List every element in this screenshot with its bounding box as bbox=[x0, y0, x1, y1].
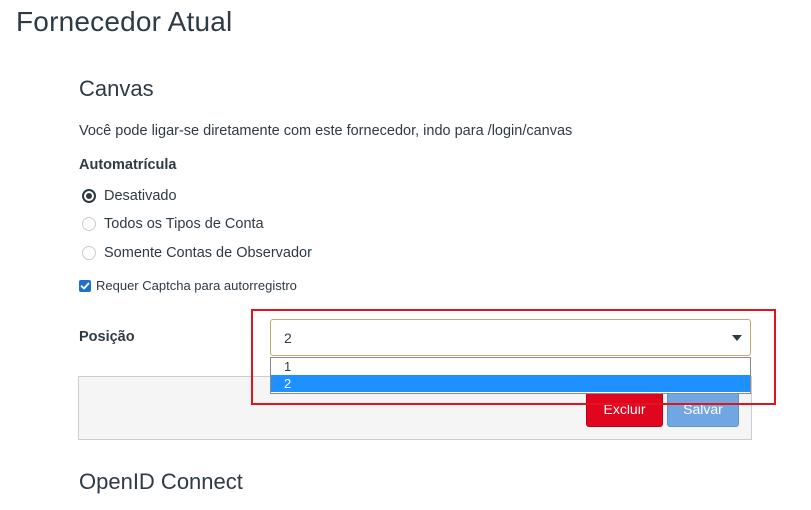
posicao-label: Posição bbox=[79, 329, 135, 345]
radio-desativado[interactable]: Desativado bbox=[82, 188, 177, 204]
captcha-checkbox-label: Requer Captcha para autorregistro bbox=[96, 278, 297, 293]
radio-unchecked-icon[interactable] bbox=[82, 217, 96, 231]
page-title: Fornecedor Atual bbox=[16, 6, 233, 37]
page: Fornecedor Atual Canvas Você pode ligar-… bbox=[0, 0, 811, 510]
radio-unchecked-icon[interactable] bbox=[82, 246, 96, 260]
radio-todos-tipos-conta-label: Todos os Tipos de Conta bbox=[104, 216, 264, 232]
automatricula-label: Automatrícula bbox=[79, 157, 177, 173]
checkbox-checked-icon[interactable] bbox=[79, 279, 91, 292]
canvas-description: Você pode ligar-se diretamente com este … bbox=[79, 123, 573, 139]
radio-somente-observador-label: Somente Contas de Observador bbox=[104, 245, 312, 261]
radio-todos-tipos-conta[interactable]: Todos os Tipos de Conta bbox=[82, 216, 264, 232]
highlight-annotation-box bbox=[251, 309, 776, 405]
radio-somente-observador[interactable]: Somente Contas de Observador bbox=[82, 245, 312, 261]
radio-checked-icon[interactable] bbox=[82, 189, 96, 203]
captcha-checkbox[interactable]: Requer Captcha para autorregistro bbox=[79, 278, 297, 293]
canvas-section-title: Canvas bbox=[79, 76, 154, 101]
radio-desativado-label: Desativado bbox=[104, 188, 177, 204]
openid-section-title: OpenID Connect bbox=[79, 469, 243, 494]
